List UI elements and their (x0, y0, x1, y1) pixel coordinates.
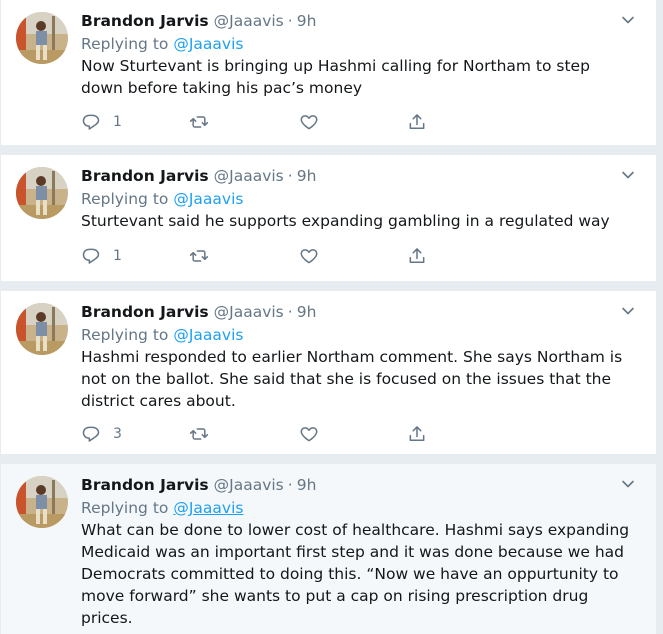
timestamp[interactable]: 9h (297, 12, 317, 30)
avatar[interactable] (16, 303, 68, 355)
separator-dot: · (287, 303, 293, 321)
tweet-text: What can be done to lower cost of health… (81, 521, 635, 627)
user-handle[interactable]: @Jaaavis (214, 12, 284, 30)
replying-to: Replying to @Jaaavis (81, 324, 636, 346)
reply-icon (82, 426, 100, 442)
timestamp[interactable]: 9h (297, 167, 317, 185)
share-icon (409, 114, 425, 129)
tweet-header: Brandon Jarvis @Jaaavis · 9h (81, 10, 636, 32)
avatar[interactable] (16, 167, 68, 219)
reply-button[interactable]: 3 (81, 424, 122, 444)
chevron-down-icon[interactable] (620, 303, 636, 319)
replying-to-label: Replying to (81, 190, 169, 208)
tweet-actions: 3 (81, 424, 441, 444)
like-button[interactable] (299, 424, 319, 444)
reply-count: 3 (113, 426, 122, 442)
reply-mention-link[interactable]: @Jaaavis (173, 35, 243, 53)
replying-to-label: Replying to (81, 35, 169, 53)
tweet-actions: 1 (81, 112, 441, 132)
retweet-icon (189, 116, 209, 128)
reply-button[interactable]: 1 (81, 112, 122, 132)
avatar-photo (16, 12, 68, 64)
chevron-down-icon[interactable] (620, 167, 636, 183)
tweet[interactable]: Brandon Jarvis @Jaaavis · 9h Replying to… (0, 291, 657, 454)
timestamp[interactable]: 9h (297, 476, 317, 494)
timestamp[interactable]: 9h (297, 303, 317, 321)
share-button[interactable] (407, 112, 427, 132)
reply-button[interactable]: 1 (81, 246, 122, 266)
replying-to: Replying to @Jaaavis (81, 497, 636, 519)
reply-mention-link[interactable]: @Jaaavis (173, 190, 243, 208)
avatar-photo (16, 167, 68, 219)
replying-to: Replying to @Jaaavis (81, 33, 636, 55)
reply-count: 1 (113, 248, 122, 264)
reply-icon (82, 248, 100, 264)
display-name[interactable]: Brandon Jarvis (81, 12, 209, 30)
tweet-header: Brandon Jarvis @Jaaavis · 9h (81, 474, 636, 496)
share-icon (409, 426, 425, 441)
tweet-actions: 1 (81, 246, 441, 266)
separator-dot: · (287, 12, 293, 30)
retweet-button[interactable] (189, 424, 209, 444)
replying-to-label: Replying to (81, 326, 169, 344)
separator-dot: · (287, 476, 293, 494)
replying-to-label: Replying to (81, 499, 169, 517)
chevron-down-icon[interactable] (620, 12, 636, 28)
user-handle[interactable]: @Jaaavis (214, 303, 284, 321)
replying-to: Replying to @Jaaavis (81, 188, 636, 210)
share-button[interactable] (407, 424, 427, 444)
like-button[interactable] (299, 246, 319, 266)
user-handle[interactable]: @Jaaavis (214, 167, 284, 185)
tweet[interactable]: Brandon Jarvis @Jaaavis · 9h Replying to… (0, 464, 657, 634)
heart-icon (300, 427, 318, 442)
user-handle[interactable]: @Jaaavis (214, 476, 284, 494)
tweet[interactable]: Brandon Jarvis @Jaaavis · 9h Replying to… (0, 0, 657, 145)
reply-count: 1 (113, 114, 122, 130)
tweet[interactable]: Brandon Jarvis @Jaaavis · 9h Replying to… (0, 155, 657, 281)
tweet-text: Hashmi responded to earlier Northam comm… (81, 348, 628, 410)
separator-dot: · (287, 167, 293, 185)
retweet-icon (189, 250, 209, 262)
display-name[interactable]: Brandon Jarvis (81, 476, 209, 494)
display-name[interactable]: Brandon Jarvis (81, 167, 209, 185)
reply-mention-link[interactable]: @Jaaavis (173, 326, 243, 344)
tweet-header: Brandon Jarvis @Jaaavis · 9h (81, 165, 636, 187)
share-icon (409, 248, 425, 263)
display-name[interactable]: Brandon Jarvis (81, 303, 209, 321)
tweet-header: Brandon Jarvis @Jaaavis · 9h (81, 301, 636, 323)
like-button[interactable] (299, 112, 319, 132)
reply-mention-link[interactable]: @Jaaavis (173, 499, 243, 517)
heart-icon (300, 249, 318, 264)
avatar-photo (16, 303, 68, 355)
reply-icon (82, 114, 100, 130)
timeline: Brandon Jarvis @Jaaavis · 9h Replying to… (0, 0, 663, 634)
avatar[interactable] (16, 12, 68, 64)
avatar-photo (16, 476, 68, 528)
retweet-button[interactable] (189, 112, 209, 132)
share-button[interactable] (407, 246, 427, 266)
heart-icon (300, 115, 318, 130)
tweet-text: Sturtevant said he supports expanding ga… (81, 212, 610, 230)
retweet-button[interactable] (189, 246, 209, 266)
avatar[interactable] (16, 476, 68, 528)
retweet-icon (189, 428, 209, 440)
tweet-text: Now Sturtevant is bringing up Hashmi cal… (81, 57, 595, 97)
chevron-down-icon[interactable] (620, 476, 636, 492)
